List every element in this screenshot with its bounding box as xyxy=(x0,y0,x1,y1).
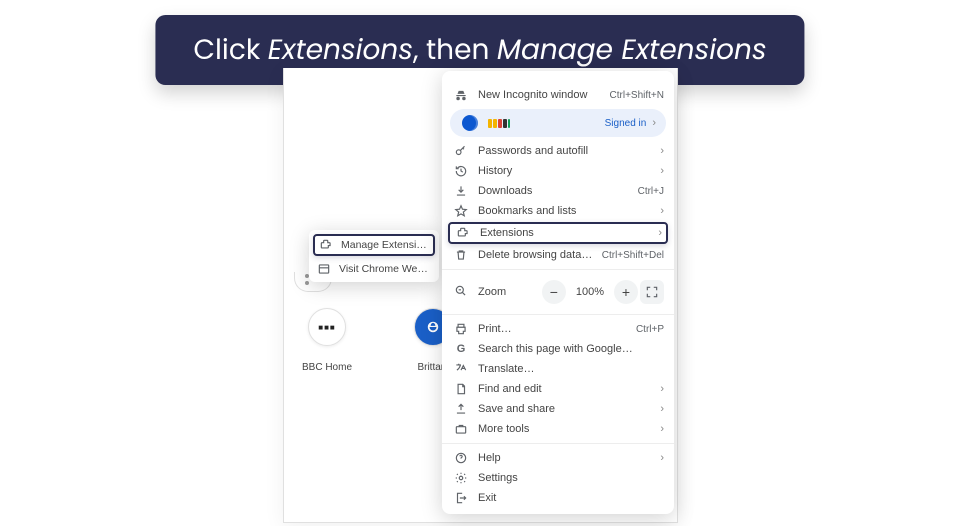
menu-label: Print… xyxy=(478,323,636,335)
menu-label: Delete browsing data… xyxy=(478,249,602,261)
document-icon xyxy=(454,382,468,396)
trash-icon xyxy=(454,248,468,262)
menu-item-help[interactable]: Help › xyxy=(442,448,674,468)
menu-separator xyxy=(442,269,674,270)
zoom-in-button[interactable]: + xyxy=(614,280,638,304)
help-icon xyxy=(454,451,468,465)
chrome-main-menu: New Incognito window Ctrl+Shift+N Signed… xyxy=(442,71,674,514)
chevron-right-icon: › xyxy=(658,227,662,239)
menu-item-search-google[interactable]: G Search this page with Google… xyxy=(442,339,674,359)
menu-item-incognito[interactable]: New Incognito window Ctrl+Shift+N xyxy=(442,85,674,105)
chevron-right-icon: › xyxy=(660,205,664,217)
submenu-label: Visit Chrome Web Store xyxy=(339,263,431,275)
zoom-out-button[interactable]: − xyxy=(542,280,566,304)
chevron-right-icon: › xyxy=(660,165,664,177)
toolbox-icon xyxy=(454,422,468,436)
globe-crest-icon xyxy=(426,320,440,334)
dots-icon: ■■■ xyxy=(318,323,336,332)
menu-item-passwords[interactable]: Passwords and autofill › xyxy=(442,141,674,161)
translate-icon xyxy=(454,362,468,376)
menu-label: Extensions xyxy=(480,227,658,239)
banner-text-mid: , then xyxy=(413,30,497,69)
menu-shortcut: Ctrl+Shift+N xyxy=(610,90,664,101)
menu-label: Passwords and autofill xyxy=(478,145,660,157)
chevron-right-icon: › xyxy=(660,145,664,157)
chevron-right-icon: › xyxy=(660,423,664,435)
menu-item-save-share[interactable]: Save and share › xyxy=(442,399,674,419)
menu-label: Exit xyxy=(478,492,664,504)
google-icon: G xyxy=(454,342,468,356)
menu-item-delete-data[interactable]: Delete browsing data… Ctrl+Shift+Del xyxy=(442,245,674,265)
menu-label: Save and share xyxy=(478,403,660,415)
fullscreen-button[interactable] xyxy=(640,280,664,304)
menu-item-history[interactable]: History › xyxy=(442,161,674,181)
submenu-label: Manage Extensions xyxy=(341,239,429,251)
menu-item-print[interactable]: Print… Ctrl+P xyxy=(442,319,674,339)
chevron-right-icon: › xyxy=(660,403,664,415)
banner-em2: Manage Extensions xyxy=(497,30,767,69)
menu-item-clipped xyxy=(442,75,674,85)
menu-item-bookmarks[interactable]: Bookmarks and lists › xyxy=(442,201,674,221)
menu-separator xyxy=(442,443,674,444)
profile-name-redacted xyxy=(488,119,605,128)
menu-item-translate[interactable]: Translate… xyxy=(442,359,674,379)
submenu-manage-extensions[interactable]: Manage Extensions xyxy=(313,234,435,256)
menu-item-zoom: Zoom − 100% + xyxy=(442,274,674,310)
menu-label: Translate… xyxy=(478,363,664,375)
menu-item-more-tools[interactable]: More tools › xyxy=(442,419,674,439)
download-icon xyxy=(454,184,468,198)
menu-label: History xyxy=(478,165,660,177)
zoom-icon xyxy=(454,284,468,301)
chevron-right-icon: › xyxy=(660,383,664,395)
puzzle-icon xyxy=(456,226,470,240)
submenu-visit-store[interactable]: Visit Chrome Web Store xyxy=(309,258,439,280)
store-icon xyxy=(317,262,331,276)
menu-item-find-edit[interactable]: Find and edit › xyxy=(442,379,674,399)
menu-item-settings[interactable]: Settings xyxy=(442,468,674,488)
fullscreen-icon xyxy=(645,285,659,299)
extensions-submenu: Manage Extensions Visit Chrome Web Store xyxy=(309,230,439,282)
banner-em1: Extensions xyxy=(268,30,413,69)
menu-item-extensions[interactable]: Extensions › xyxy=(448,222,668,244)
key-icon xyxy=(454,144,468,158)
banner-text: Click xyxy=(193,30,267,69)
incognito-icon xyxy=(454,88,468,102)
ntp-shortcut-bbc[interactable]: ■■■ BBC Home xyxy=(294,308,360,373)
star-icon xyxy=(454,204,468,218)
chevron-right-icon: › xyxy=(652,117,656,129)
gear-icon xyxy=(454,471,468,485)
menu-shortcut: Ctrl+P xyxy=(636,324,664,335)
menu-shortcut: Ctrl+Shift+Del xyxy=(602,250,664,261)
share-icon xyxy=(454,402,468,416)
print-icon xyxy=(454,322,468,336)
menu-label: Find and edit xyxy=(478,383,660,395)
menu-separator xyxy=(442,314,674,315)
menu-item-downloads[interactable]: Downloads Ctrl+J xyxy=(442,181,674,201)
profile-status: Signed in xyxy=(605,118,647,129)
puzzle-icon xyxy=(319,238,333,252)
history-icon xyxy=(454,164,468,178)
avatar xyxy=(462,115,478,131)
menu-label: Zoom xyxy=(478,286,540,298)
menu-label: Help xyxy=(478,452,660,464)
zoom-value: 100% xyxy=(576,286,604,298)
chevron-right-icon: › xyxy=(660,452,664,464)
chrome-window: ■■■ BBC Home Brittani Manage Extensions … xyxy=(283,68,678,523)
menu-label: Search this page with Google… xyxy=(478,343,664,355)
ntp-shortcuts: ■■■ BBC Home Brittani xyxy=(294,308,466,373)
menu-label: Bookmarks and lists xyxy=(478,205,660,217)
ntp-shortcut-icon: ■■■ xyxy=(308,308,346,346)
menu-label: New Incognito window xyxy=(478,89,610,101)
menu-shortcut: Ctrl+J xyxy=(638,186,664,197)
exit-icon xyxy=(454,491,468,505)
menu-item-profile[interactable]: Signed in › xyxy=(450,109,666,137)
menu-label: Settings xyxy=(478,472,664,484)
menu-label: More tools xyxy=(478,423,660,435)
ntp-shortcut-label: BBC Home xyxy=(294,362,360,373)
menu-label: Downloads xyxy=(478,185,638,197)
menu-item-exit[interactable]: Exit xyxy=(442,488,674,508)
